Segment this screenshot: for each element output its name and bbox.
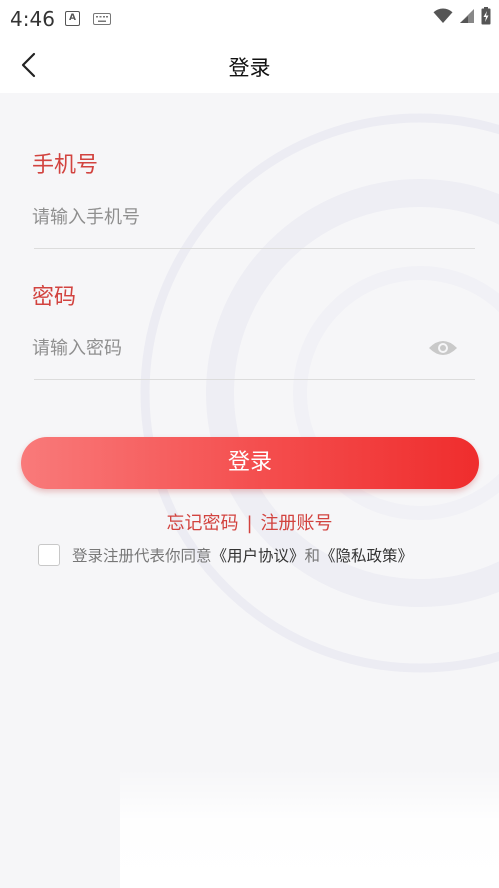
a-notification-icon: A <box>65 11 80 26</box>
login-content: 手机号 密码 登录 忘记密码 | 注册账号 登录注册代表你同意《用户协议》和《隐私政… <box>0 93 499 888</box>
status-bar: 4:46 A <box>0 0 499 36</box>
agreement-checkbox[interactable] <box>38 544 60 566</box>
forgot-password-link[interactable]: 忘记密码 <box>166 509 238 535</box>
links-separator: | <box>246 513 253 534</box>
password-label: 密码 <box>32 285 77 310</box>
agreement-row: 登录注册代表你同意《用户协议》和《隐私政策》 <box>38 544 413 566</box>
password-underline <box>34 379 475 380</box>
phone-input[interactable] <box>32 199 472 235</box>
nav-bar: 登录 <box>0 36 499 93</box>
auth-links: 忘记密码 | 注册账号 <box>0 509 499 535</box>
eye-icon[interactable] <box>428 338 458 358</box>
phone-label: 手机号 <box>32 153 99 178</box>
privacy-policy-link[interactable]: 《隐私政策》 <box>320 547 413 565</box>
phone-underline <box>34 248 475 249</box>
agreement-prefix: 登录注册代表你同意 <box>72 547 212 565</box>
wifi-icon <box>433 8 453 23</box>
status-time: 4:46 <box>10 7 55 31</box>
register-link[interactable]: 注册账号 <box>261 509 333 535</box>
keyboard-icon <box>93 13 111 25</box>
cellular-signal-icon <box>460 9 474 23</box>
battery-charging-icon <box>481 7 491 25</box>
page-title: 登录 <box>228 56 271 80</box>
password-input[interactable] <box>32 330 412 366</box>
agreement-conjunction: 和 <box>304 547 321 565</box>
login-button[interactable]: 登录 <box>21 437 479 489</box>
bottom-fade-decoration <box>120 768 499 888</box>
user-agreement-link[interactable]: 《用户协议》 <box>212 547 305 565</box>
